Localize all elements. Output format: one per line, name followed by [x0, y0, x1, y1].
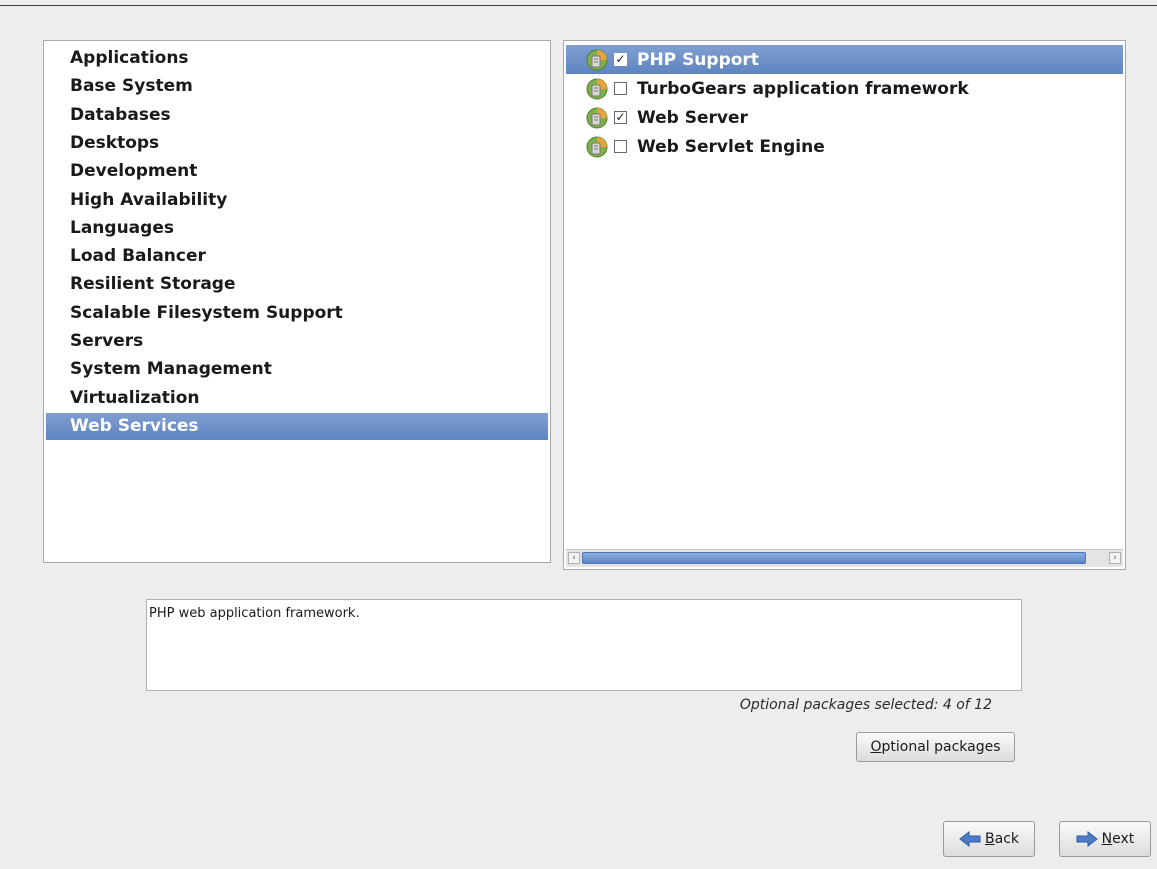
- optional-packages-button[interactable]: Optional packages: [856, 732, 1015, 762]
- package-group-label: Web Servlet Engine: [637, 136, 825, 157]
- category-label: Databases: [70, 104, 171, 125]
- next-button[interactable]: Next: [1059, 821, 1151, 857]
- top-divider: [0, 5, 1157, 6]
- category-label: Desktops: [70, 132, 160, 153]
- package-icon: [586, 78, 608, 100]
- category-item[interactable]: Development: [46, 158, 548, 185]
- category-item[interactable]: Load Balancer: [46, 243, 548, 270]
- package-group-item[interactable]: ✓ Web Server: [566, 103, 1123, 132]
- category-item[interactable]: High Availability: [46, 187, 548, 214]
- category-label: Virtualization: [70, 387, 200, 408]
- category-label: System Management: [70, 359, 272, 380]
- category-item[interactable]: Web Services: [46, 412, 548, 440]
- package-icon: [586, 49, 608, 71]
- package-group-item[interactable]: TurboGears application framework: [566, 74, 1123, 103]
- package-group-label: TurboGears application framework: [637, 78, 969, 99]
- group-description-text: PHP web application framework.: [149, 606, 360, 621]
- category-label: High Availability: [70, 189, 228, 210]
- back-label: ack: [994, 831, 1019, 847]
- category-item[interactable]: Applications: [46, 45, 548, 72]
- category-item[interactable]: Servers: [46, 328, 548, 355]
- optional-packages-label: ptional packages: [881, 739, 1001, 755]
- checked-checkbox[interactable]: ✓: [614, 111, 627, 124]
- package-group-list[interactable]: Web Servlet Engine ✓ Web Server TurboGears …: [563, 40, 1126, 570]
- checked-checkbox[interactable]: ✓: [614, 53, 627, 66]
- horizontal-scrollbar[interactable]: ‹ ›: [566, 549, 1123, 567]
- category-item[interactable]: System Management: [46, 356, 548, 383]
- category-item[interactable]: Languages: [46, 215, 548, 242]
- scroll-left-arrow-icon[interactable]: ‹: [568, 552, 580, 564]
- category-label: Scalable Filesystem Support: [70, 302, 343, 323]
- package-icon: [586, 107, 608, 129]
- optional-packages-status: Optional packages selected: 4 of 12: [739, 697, 992, 713]
- next-mnemonic: N: [1101, 831, 1113, 847]
- category-label: Web Services: [70, 415, 199, 436]
- group-description: PHP web application framework.: [146, 599, 1022, 691]
- category-label: Development: [70, 161, 198, 182]
- package-group-item[interactable]: ✓ PHP Support: [566, 45, 1123, 74]
- category-list[interactable]: Applications Base System Databases Desktops…: [43, 40, 551, 563]
- category-item[interactable]: Virtualization: [46, 385, 548, 412]
- category-item[interactable]: Databases: [46, 102, 548, 129]
- package-group-label: Web Server: [637, 107, 748, 128]
- category-label: Languages: [70, 217, 174, 238]
- back-arrow-icon: [959, 831, 981, 847]
- package-icon: [586, 136, 608, 158]
- scroll-right-arrow-icon[interactable]: ›: [1109, 552, 1121, 564]
- category-label: Servers: [70, 331, 144, 351]
- category-item[interactable]: Base System: [46, 73, 548, 100]
- category-item[interactable]: Scalable Filesystem Support: [46, 300, 548, 327]
- next-label: ext: [1112, 831, 1135, 847]
- next-arrow-icon: [1076, 831, 1098, 847]
- optional-packages-mnemonic: O: [870, 739, 882, 755]
- back-button[interactable]: Back: [943, 821, 1035, 857]
- scrollbar-thumb[interactable]: [582, 552, 1086, 564]
- package-group-item[interactable]: Web Servlet Engine: [566, 132, 1123, 161]
- category-label: Resilient Storage: [70, 274, 236, 295]
- category-item[interactable]: Resilient Storage: [46, 271, 548, 298]
- unchecked-checkbox[interactable]: [614, 82, 627, 95]
- category-label: Base System: [70, 76, 193, 97]
- category-label: Applications: [70, 48, 189, 68]
- unchecked-checkbox[interactable]: [614, 140, 627, 153]
- category-item[interactable]: Desktops: [46, 130, 548, 157]
- package-group-label: PHP Support: [637, 49, 759, 70]
- category-label: Load Balancer: [70, 246, 206, 267]
- back-mnemonic: B: [985, 831, 995, 847]
